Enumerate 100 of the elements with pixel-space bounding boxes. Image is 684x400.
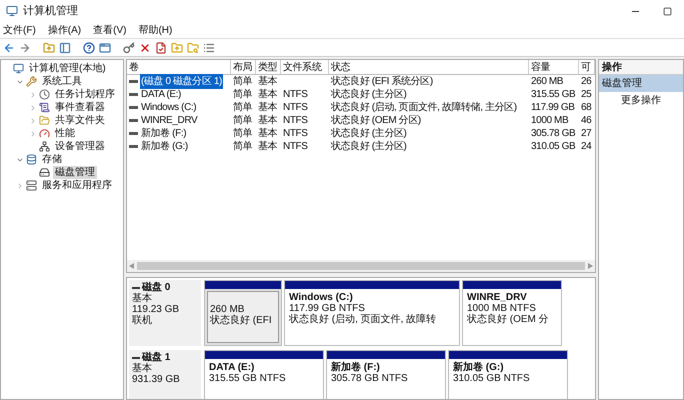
database-icon <box>26 154 37 165</box>
disk-name: 磁盘 0 <box>142 282 170 293</box>
forward-icon[interactable] <box>19 42 31 54</box>
disk-name: 磁盘 1 <box>142 352 170 363</box>
partition-size: 310.05 GB NTFS <box>453 373 531 384</box>
table-cell[interactable]: (磁盘 0 磁盘分区 1) <box>140 74 223 89</box>
checklist-icon[interactable] <box>155 42 167 54</box>
expand-icon[interactable] <box>29 104 37 112</box>
table-cell: 简单 <box>233 141 252 152</box>
column-header[interactable]: 可 <box>579 60 595 74</box>
table-cell[interactable]: WINRE_DRV <box>140 113 198 128</box>
computer-icon <box>13 63 24 74</box>
window-title: 计算机管理 <box>23 4 78 19</box>
tree-item[interactable]: 任务计划程序 <box>53 88 117 101</box>
horizontal-scrollbar[interactable] <box>127 260 595 272</box>
folder-icon <box>39 115 50 126</box>
panel-icon[interactable] <box>59 42 71 54</box>
help-icon[interactable] <box>83 42 95 54</box>
column-header[interactable]: 类型 <box>256 60 281 74</box>
partition-block[interactable]: WINRE_DRV 1000 MB NTFS 状态良好 (OEM 分 <box>462 280 562 346</box>
disk-size: 931.39 GB <box>132 374 181 385</box>
column-header[interactable]: 布局 <box>231 60 256 74</box>
table-cell: 260 MB <box>531 76 564 87</box>
tree-item[interactable]: 磁盘管理 <box>53 166 97 179</box>
partition-label: 新加卷 (G:) <box>453 362 505 373</box>
tree-item[interactable]: 存储 <box>40 153 64 166</box>
table-cell: NTFS <box>283 102 308 113</box>
partition-block[interactable]: Windows (C:) 117.99 GB NTFS 状态良好 (启动, 页面文件, 故障转 <box>284 280 460 346</box>
column-header[interactable]: 文件系统 <box>281 60 329 74</box>
table-cell: 基本 <box>258 115 278 126</box>
volume-icon <box>129 93 138 96</box>
action-section[interactable]: 磁盘管理 <box>599 75 683 92</box>
maximize-icon[interactable] <box>663 6 672 16</box>
tree-item[interactable]: 共享文件夹 <box>53 114 107 127</box>
table-cell: 27 <box>581 128 592 139</box>
partition-block[interactable]: DATA (E:) 315.55 GB NTFS <box>204 350 324 399</box>
delete-icon[interactable] <box>139 42 151 54</box>
tree-item[interactable]: 系统工具 <box>40 75 84 88</box>
disk-type: 基本 <box>132 293 153 304</box>
menu-item[interactable]: 操作(A) <box>48 22 82 38</box>
menu-item[interactable]: 查看(V) <box>93 22 126 38</box>
table-cell: 基本 <box>258 128 278 139</box>
partition-status: 状态良好 (OEM 分 <box>467 314 550 325</box>
table-cell: 117.99 GB <box>531 102 574 113</box>
table-cell[interactable]: Windows (C:) <box>140 100 198 115</box>
table-cell: NTFS <box>283 128 308 139</box>
column-header[interactable]: 容量 <box>529 60 579 74</box>
menu-item[interactable]: 帮助(H) <box>138 22 172 38</box>
scroll-right-icon[interactable] <box>588 263 593 269</box>
folder-up-icon[interactable] <box>43 42 55 54</box>
disk-type: 基本 <box>132 363 153 374</box>
tree-item[interactable]: 事件查看器 <box>53 101 107 114</box>
gauge-icon <box>39 128 50 139</box>
table-cell: 68 <box>581 102 592 113</box>
partition-block[interactable]: 260 MB 状态良好 (EFI <box>204 280 282 346</box>
table-cell: 简单 <box>233 102 252 113</box>
key-icon[interactable] <box>123 42 135 54</box>
partition-block[interactable]: 新加卷 (G:) 310.05 GB NTFS <box>448 350 568 399</box>
table-cell: 状态良好 (主分区) <box>331 89 406 100</box>
window-icon[interactable] <box>99 42 111 54</box>
table-cell: 状态良好 (EFI 系统分区) <box>331 76 433 87</box>
expand-icon[interactable] <box>29 130 37 138</box>
partition-block[interactable]: 新加卷 (F:) 305.78 GB NTFS <box>326 350 446 399</box>
table-cell: 25 <box>581 89 592 100</box>
partition-size: 305.78 GB NTFS <box>331 373 409 384</box>
volume-icon <box>129 119 138 122</box>
table-cell: 305.78 GB <box>531 128 576 139</box>
tree-item[interactable]: 设备管理器 <box>53 140 107 153</box>
table-cell: NTFS <box>283 89 308 100</box>
expand-icon[interactable] <box>29 116 37 124</box>
partition-label: Windows (C:) <box>289 292 354 303</box>
volume-icon <box>129 106 138 109</box>
partition-status: 状态良好 (启动, 页面文件, 故障转 <box>289 314 438 325</box>
partition-label: WINRE_DRV <box>467 292 528 303</box>
column-header[interactable]: 状态 <box>329 60 529 74</box>
table-cell[interactable]: 新加卷 (G:) <box>140 139 189 154</box>
back-icon[interactable] <box>3 42 15 54</box>
expand-icon[interactable] <box>16 182 24 190</box>
scroll-left-icon[interactable] <box>129 263 134 269</box>
action-link[interactable]: 更多操作 <box>621 92 661 108</box>
table-cell: 基本 <box>258 141 278 152</box>
table-cell[interactable]: DATA (E:) <box>140 87 182 102</box>
tree-item[interactable]: 性能 <box>53 127 77 140</box>
network-icon <box>39 141 50 152</box>
table-cell[interactable]: 新加卷 (F:) <box>140 126 188 141</box>
table-cell: 简单 <box>233 115 252 126</box>
tree-item[interactable]: 服务和应用程序 <box>40 179 114 192</box>
clock-icon <box>39 89 50 100</box>
disk-size: 119.23 GB <box>132 304 180 315</box>
list-icon[interactable] <box>203 42 215 54</box>
table-cell: 基本 <box>258 89 278 100</box>
expand-icon[interactable] <box>29 90 37 98</box>
partition-label: DATA (E:) <box>209 362 256 373</box>
drive-icon <box>39 167 50 178</box>
disk-status: 联机 <box>132 315 153 326</box>
volume-icon <box>129 132 138 135</box>
menu-item[interactable]: 文件(F) <box>3 22 36 38</box>
log-icon <box>39 102 50 113</box>
tree-item[interactable]: 计算机管理(本地) <box>27 62 108 75</box>
table-cell: 24 <box>581 141 592 152</box>
